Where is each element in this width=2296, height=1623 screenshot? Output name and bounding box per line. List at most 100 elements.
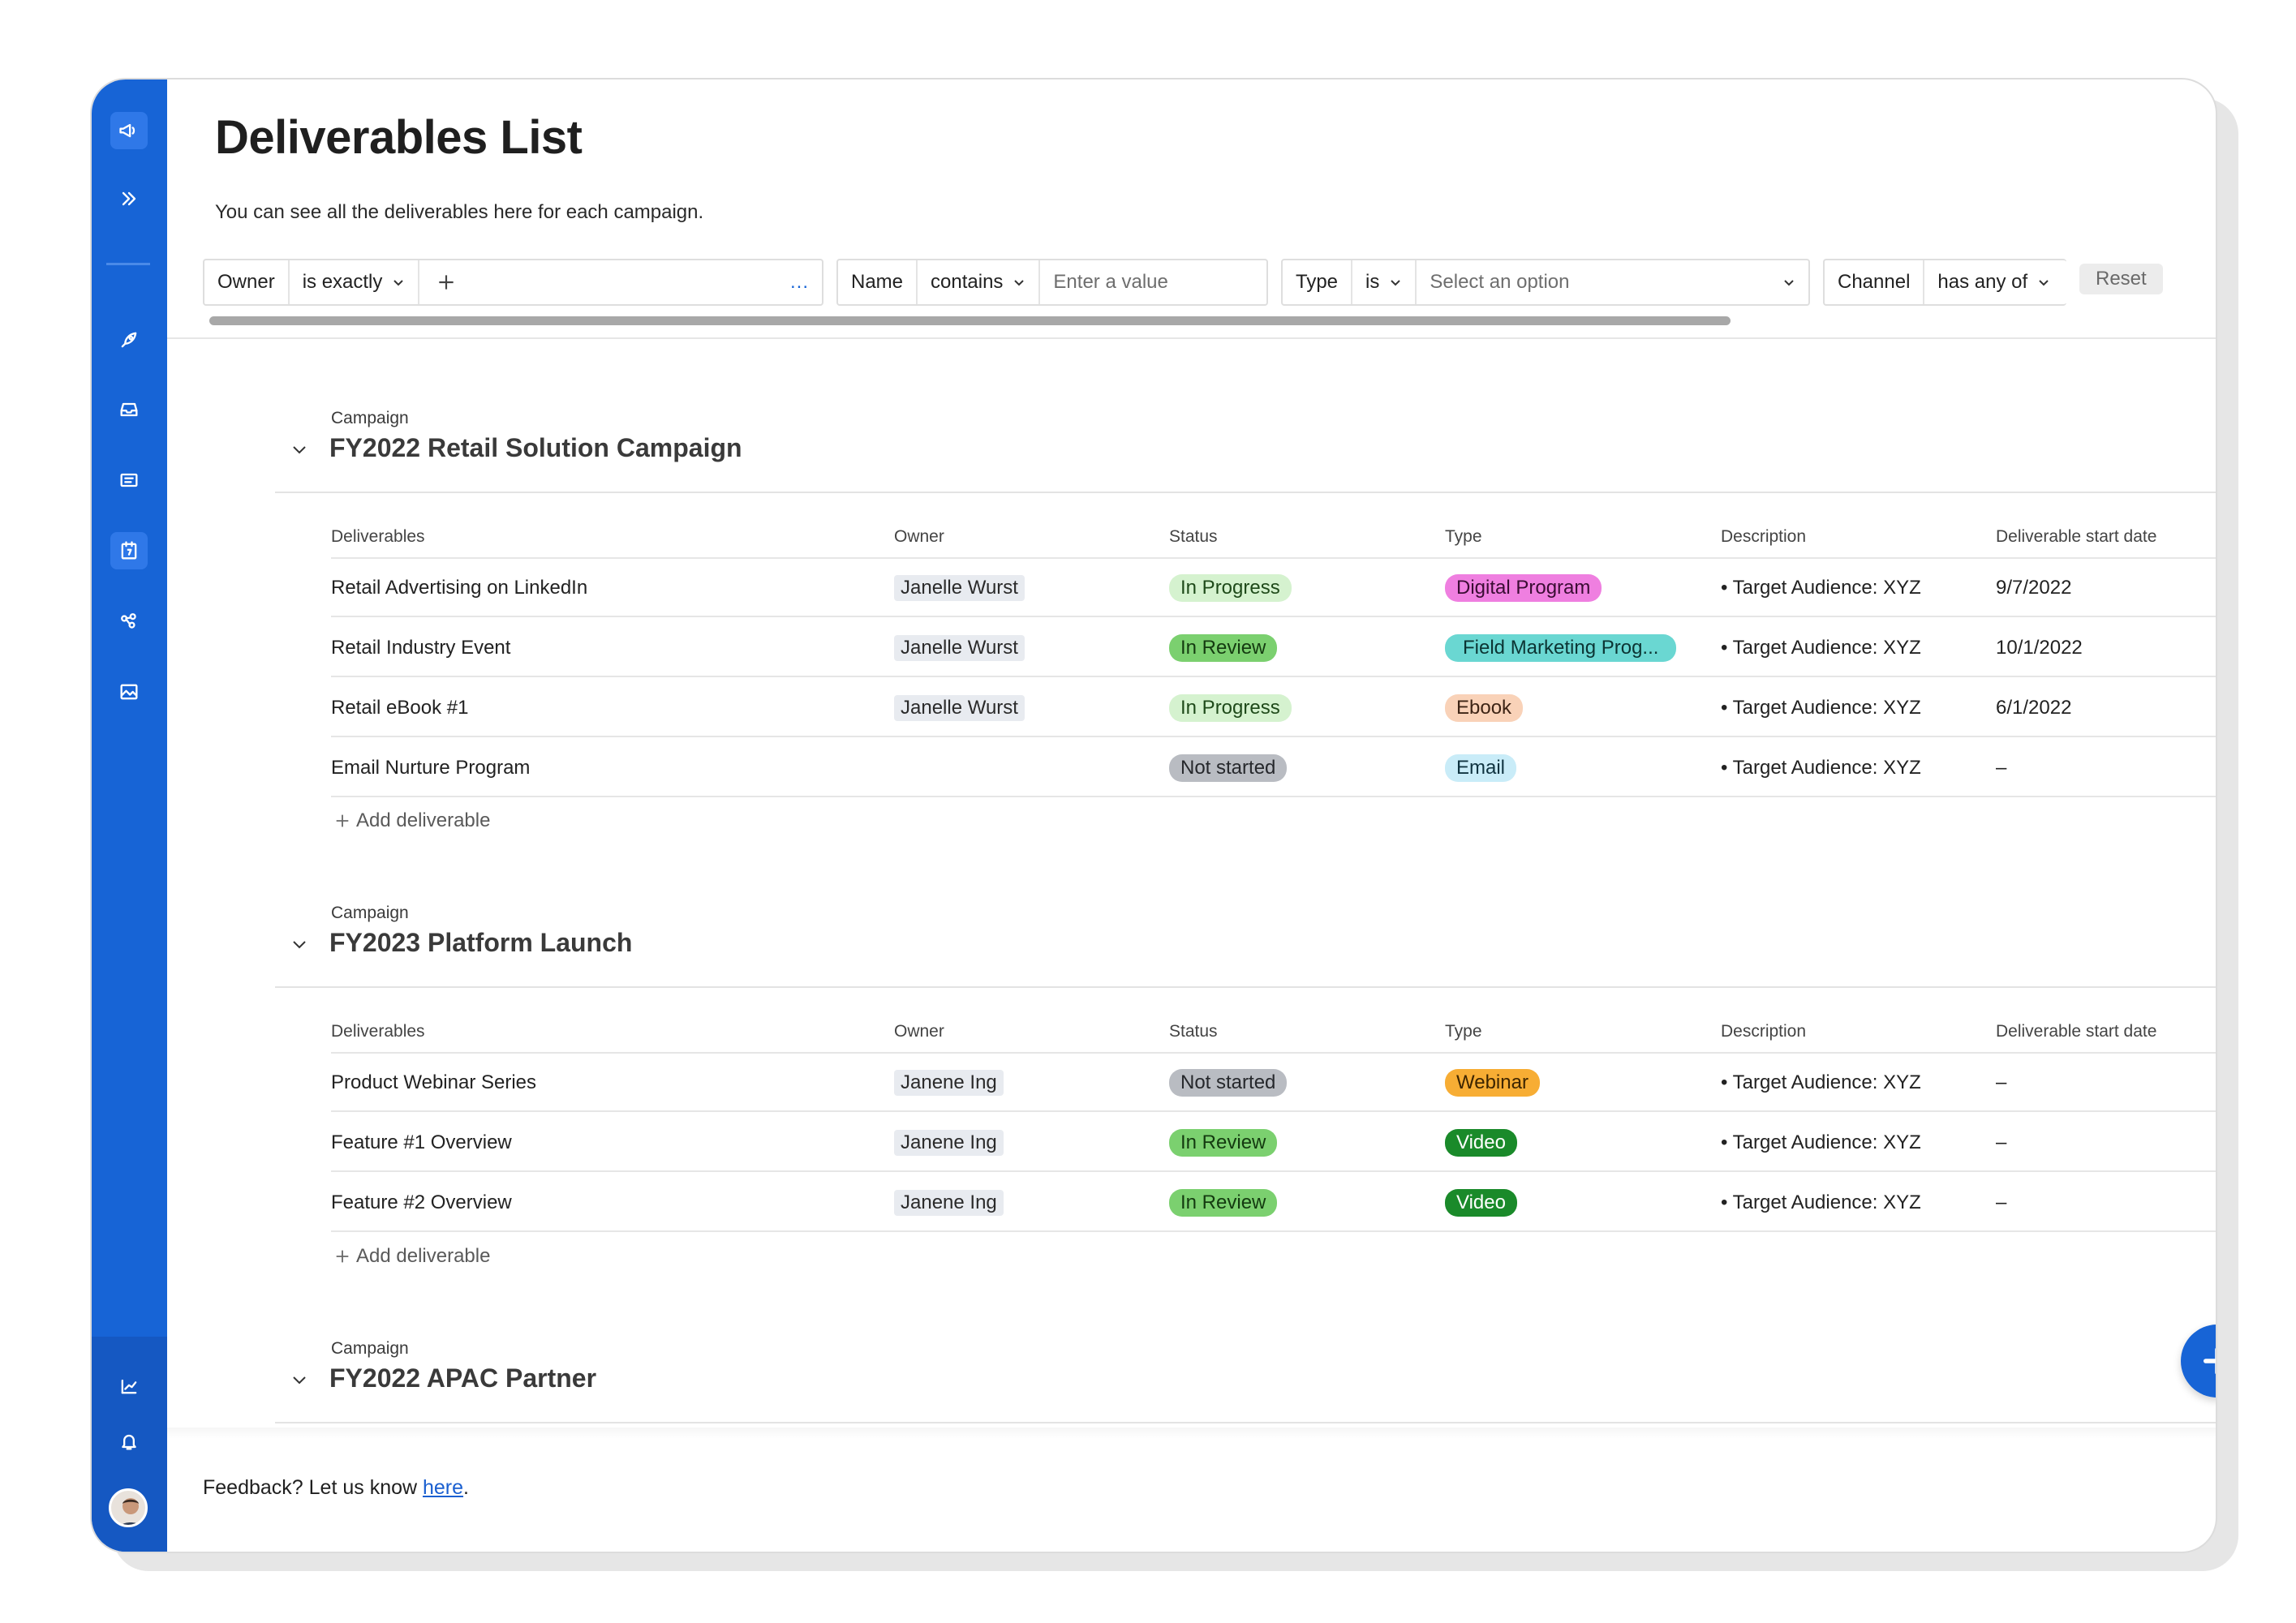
filter-owner-operator-label: is exactly: [302, 271, 383, 293]
app-window: Deliverables List You can see all the de…: [90, 78, 2217, 1553]
description: • Target Audience: XYZ: [1721, 757, 1921, 779]
more-icon[interactable]: ...: [790, 271, 809, 294]
owner-chip: Janene Ing: [894, 1070, 1004, 1096]
plus-icon[interactable]: [436, 272, 457, 293]
feedback-link[interactable]: here: [423, 1476, 463, 1499]
filter-type-operator[interactable]: is: [1352, 260, 1417, 304]
start-date: –: [1996, 1191, 2007, 1213]
filter-scrollbar[interactable]: [209, 316, 1731, 325]
deliverable-name[interactable]: Email Nurture Program: [331, 739, 530, 797]
filter-type-operator-label: is: [1365, 271, 1380, 293]
table-row[interactable]: Email Nurture Program Not started Email …: [331, 739, 2216, 797]
column-header-status[interactable]: Status: [1169, 527, 1218, 547]
plus-icon: [336, 814, 349, 827]
image-icon[interactable]: [110, 673, 148, 711]
sidebar-divider: [106, 263, 150, 265]
filter-name-field[interactable]: Name: [838, 260, 918, 304]
type-badge: Email: [1445, 754, 1517, 782]
filter-channel-operator[interactable]: has any of: [1924, 260, 2063, 304]
table-row[interactable]: Retail Advertising on LinkedIn Janelle W…: [331, 559, 2216, 617]
rocket-icon[interactable]: [110, 321, 148, 359]
column-header-description[interactable]: Description: [1721, 1022, 1806, 1041]
filter-owner-value[interactable]: ...: [419, 260, 822, 304]
campaign-title[interactable]: FY2022 Retail Solution Campaign: [329, 433, 742, 463]
status-badge: In Review: [1169, 1189, 1278, 1217]
column-header-description[interactable]: Description: [1721, 527, 1806, 547]
deliverable-name[interactable]: Retail eBook #1: [331, 679, 468, 737]
filter-type-select[interactable]: Select an option: [1417, 260, 1808, 304]
filter-channel-field[interactable]: Channel: [1825, 260, 1925, 304]
table-row[interactable]: Feature #1 Overview Janene Ing In Review…: [331, 1114, 2216, 1172]
inbox-icon[interactable]: [110, 391, 148, 428]
deliverable-name[interactable]: Retail Industry Event: [331, 619, 510, 677]
table-row[interactable]: Feature #2 Overview Janene Ing In Review…: [331, 1174, 2216, 1232]
campaign-title[interactable]: FY2023 Platform Launch: [329, 928, 632, 958]
page-title: Deliverables List: [215, 111, 583, 164]
feedback-suffix: .: [463, 1476, 469, 1499]
description: • Target Audience: XYZ: [1721, 577, 1921, 599]
add-deliverable-button[interactable]: Add deliverable: [333, 1245, 490, 1268]
column-header-status[interactable]: Status: [1169, 1022, 1218, 1041]
sidebar-bottom: [92, 1337, 167, 1552]
double-chevron-right-icon[interactable]: [110, 180, 148, 217]
ticket-icon[interactable]: [110, 462, 148, 499]
filter-name-operator[interactable]: contains: [918, 260, 1041, 304]
plus-icon: [2203, 1347, 2216, 1375]
description: • Target Audience: XYZ: [1721, 637, 1921, 659]
column-header-deliverables[interactable]: Deliverables: [331, 527, 425, 547]
add-deliverable-label: Add deliverable: [356, 1245, 491, 1267]
table-row[interactable]: Product Webinar Series Janene Ing Not st…: [331, 1054, 2216, 1112]
filter-name-input[interactable]: Enter a value: [1040, 260, 1266, 304]
type-badge: Video: [1445, 1189, 1517, 1217]
column-header-type[interactable]: Type: [1445, 527, 1482, 547]
table-row[interactable]: Retail Industry Event Janelle Wurst In R…: [331, 619, 2216, 677]
start-date: –: [1996, 1131, 2007, 1153]
feedback-text: Feedback? Let us know: [203, 1476, 423, 1499]
start-date: –: [1996, 757, 2007, 779]
add-deliverable-button[interactable]: Add deliverable: [333, 809, 490, 832]
column-header-owner[interactable]: Owner: [894, 527, 944, 547]
chevron-down-icon[interactable]: [290, 440, 309, 459]
footer-divider: [167, 1428, 2216, 1439]
plus-icon: [336, 1250, 349, 1263]
megaphone-icon[interactable]: [110, 112, 148, 149]
owner-chip: Janelle Wurst: [894, 695, 1025, 721]
status-badge: In Review: [1169, 634, 1278, 662]
filter-bar: Owner is exactly ... Name contains Enter…: [203, 259, 2163, 306]
owner-chip: Janelle Wurst: [894, 575, 1025, 601]
calendar-icon[interactable]: [110, 532, 148, 569]
description: • Target Audience: XYZ: [1721, 1191, 1921, 1213]
chevron-down-icon[interactable]: [290, 1370, 309, 1389]
feedback-footer: Feedback? Let us know here.: [203, 1476, 469, 1500]
deliverable-name[interactable]: Feature #1 Overview: [331, 1114, 512, 1172]
description: • Target Audience: XYZ: [1721, 697, 1921, 719]
filter-type: Type is Select an option: [1281, 259, 1810, 306]
chevron-down-icon: [1014, 280, 1025, 286]
reset-button[interactable]: Reset: [2079, 264, 2163, 294]
column-header-owner[interactable]: Owner: [894, 1022, 944, 1041]
deliverable-name[interactable]: Feature #2 Overview: [331, 1174, 512, 1232]
table-row[interactable]: Retail eBook #1 Janelle Wurst In Progres…: [331, 679, 2216, 737]
add-fab-button[interactable]: [2181, 1325, 2216, 1398]
column-header-start-date[interactable]: Deliverable start date: [1996, 1022, 2156, 1041]
deliverable-name[interactable]: Product Webinar Series: [331, 1054, 536, 1112]
chevron-down-icon[interactable]: [290, 934, 309, 954]
column-header-type[interactable]: Type: [1445, 1022, 1482, 1041]
start-date: 10/1/2022: [1996, 637, 2083, 659]
analytics-icon[interactable]: [110, 1368, 148, 1405]
type-badge: Field Marketing Prog...: [1445, 634, 1677, 662]
avatar[interactable]: [109, 1488, 148, 1527]
chevron-down-icon: [393, 280, 404, 286]
campaign-title[interactable]: FY2022 APAC Partner: [329, 1363, 596, 1393]
bell-icon[interactable]: [110, 1423, 148, 1460]
share-icon[interactable]: [110, 603, 148, 640]
column-header-deliverables[interactable]: Deliverables: [331, 1022, 425, 1041]
filter-owner-operator[interactable]: is exactly: [290, 260, 420, 304]
deliverable-name[interactable]: Retail Advertising on LinkedIn: [331, 559, 587, 617]
status-badge: In Progress: [1169, 574, 1292, 602]
campaign-divider: [275, 1422, 2216, 1423]
column-header-start-date[interactable]: Deliverable start date: [1996, 527, 2156, 547]
filter-owner-field[interactable]: Owner: [204, 260, 290, 304]
status-badge: Not started: [1169, 1069, 1288, 1097]
filter-type-field[interactable]: Type: [1283, 260, 1353, 304]
